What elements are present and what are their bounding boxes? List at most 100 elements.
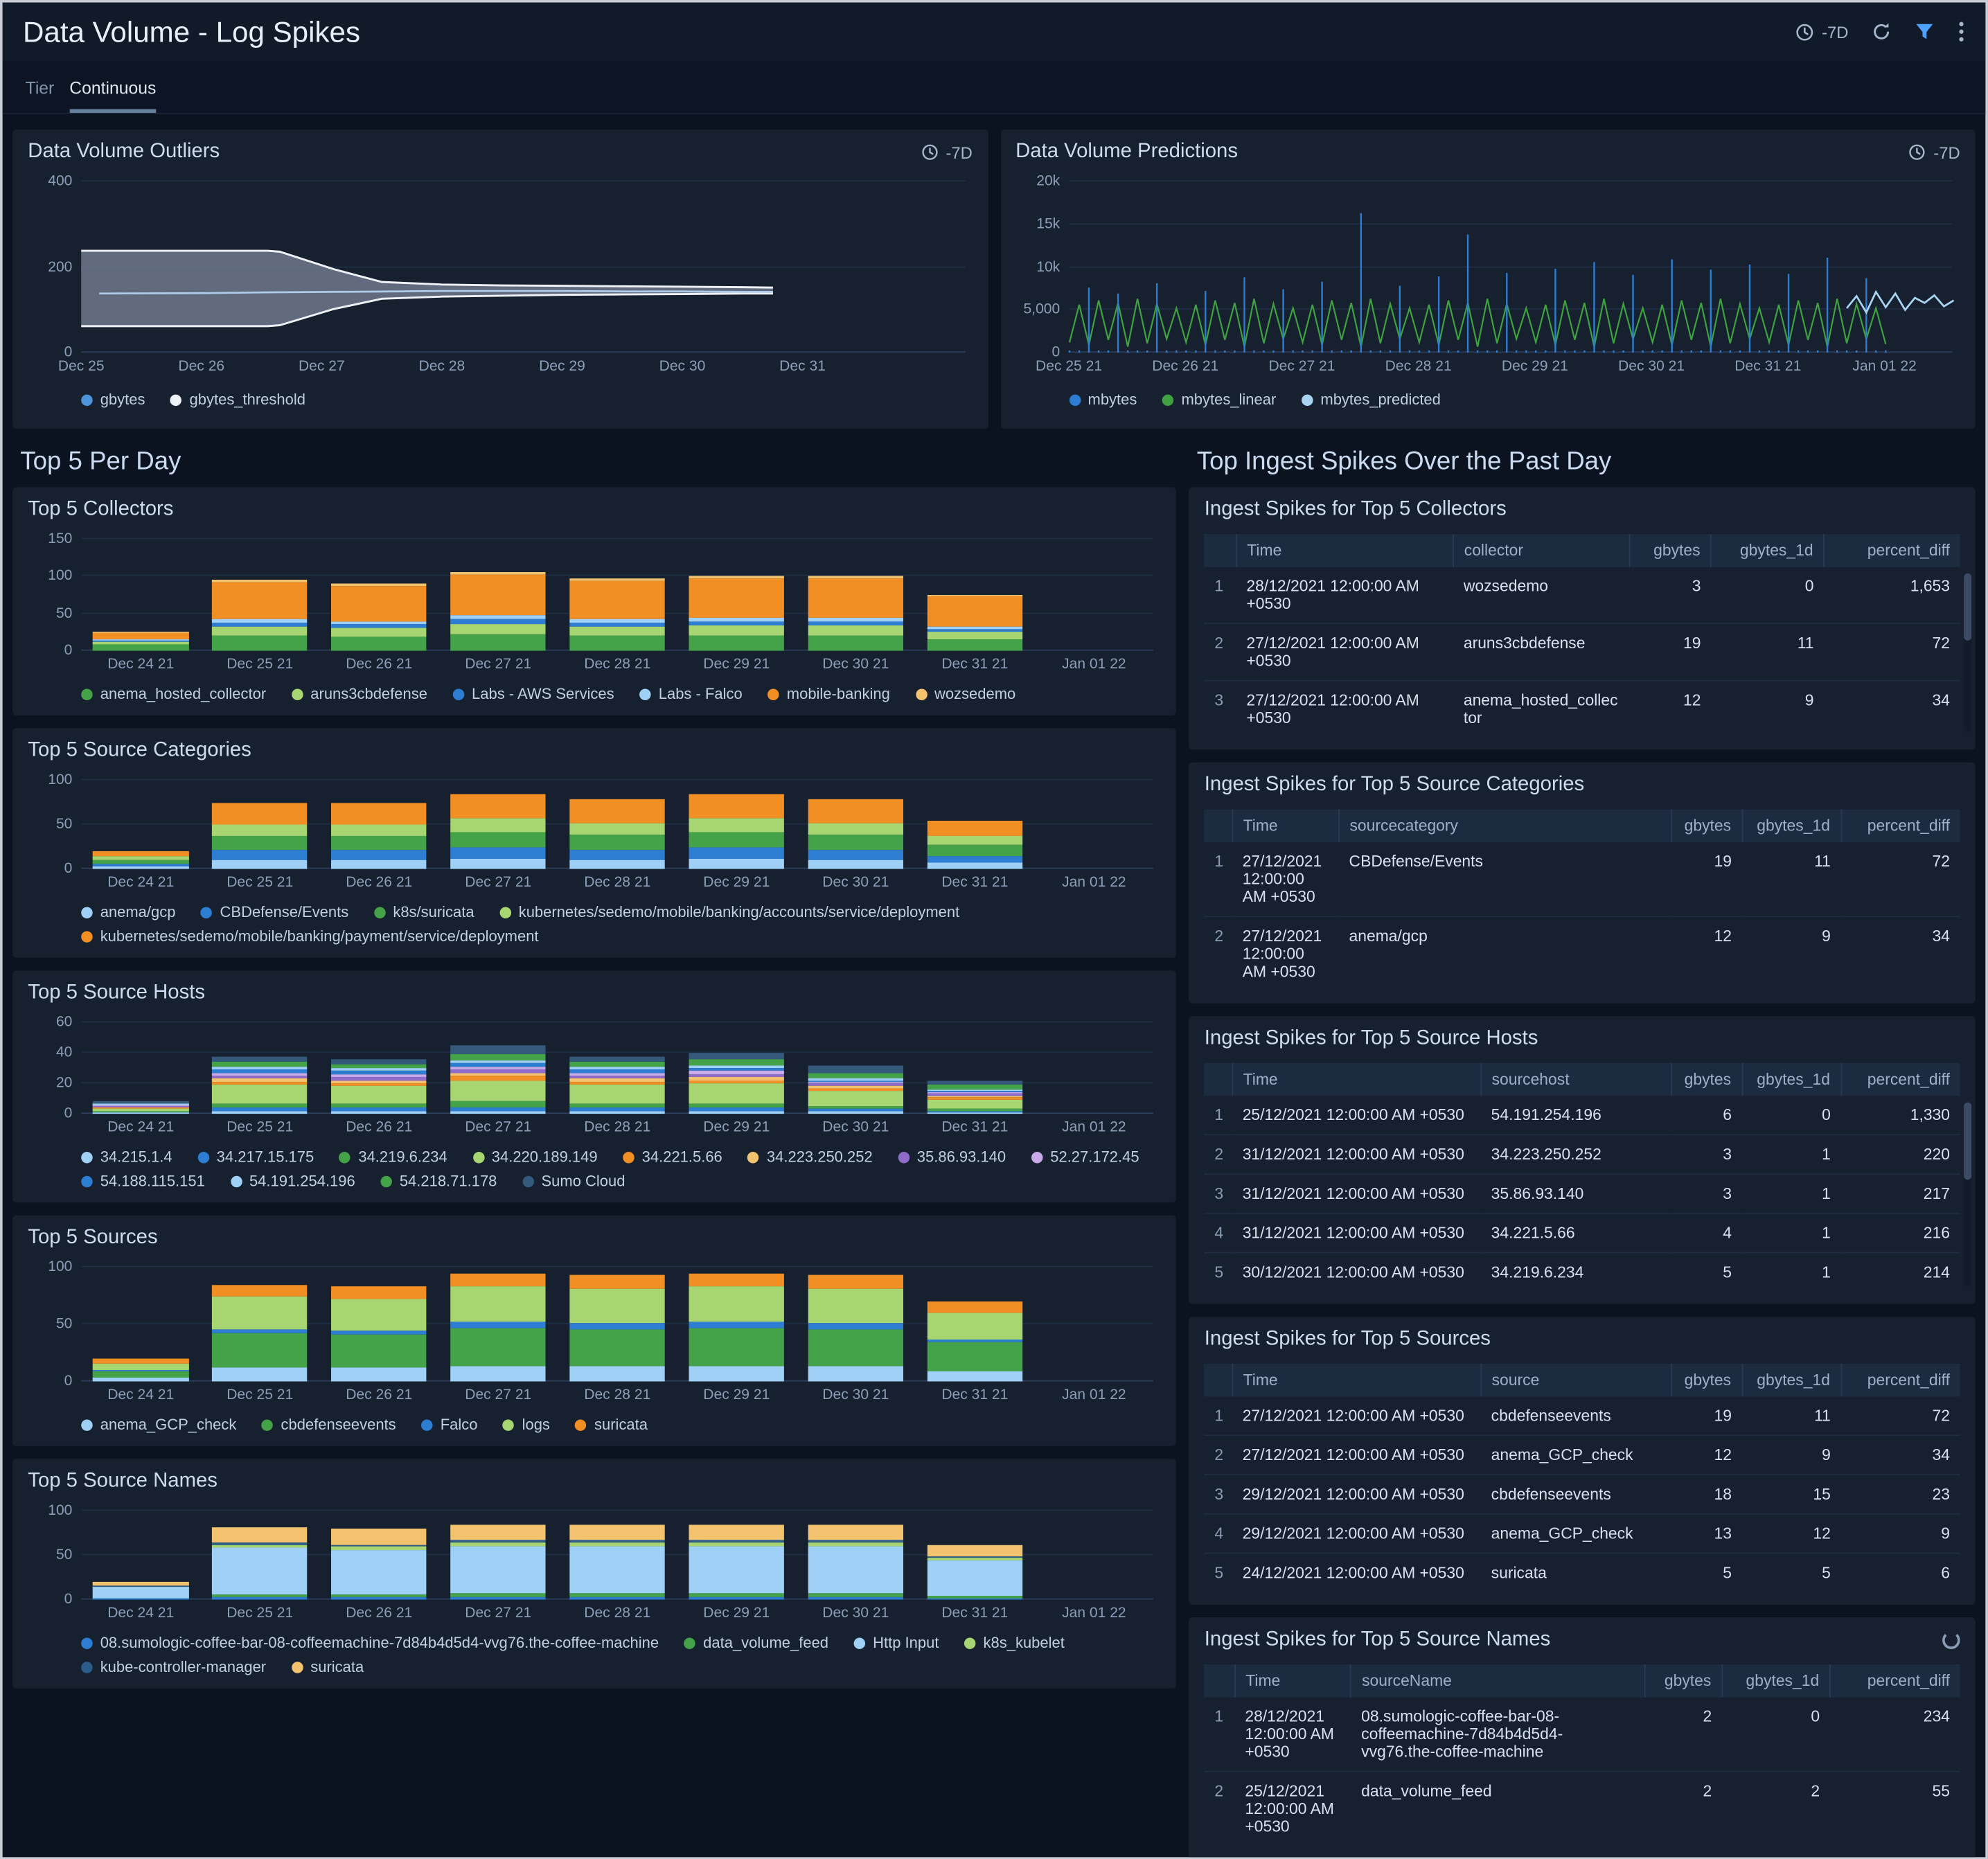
table-row[interactable]: 329/12/2021 12:00:00 AM +0530cbdefenseev… bbox=[1205, 1475, 1960, 1514]
scrollbar[interactable] bbox=[1964, 573, 1971, 732]
legend-item[interactable]: kubernetes/sedemo/mobile/banking/payment… bbox=[81, 927, 538, 945]
column-header[interactable]: Time bbox=[1236, 534, 1453, 567]
legend-item[interactable]: mbytes_predicted bbox=[1302, 391, 1441, 409]
bar[interactable] bbox=[569, 1524, 665, 1600]
column-header[interactable]: Time bbox=[1235, 1664, 1351, 1698]
bar[interactable] bbox=[569, 1275, 665, 1381]
legend-item[interactable]: wozsedemo bbox=[915, 685, 1015, 703]
bar[interactable] bbox=[808, 1065, 904, 1114]
legend-item[interactable]: gbytes_threshold bbox=[170, 391, 305, 409]
bar[interactable] bbox=[689, 794, 785, 869]
legend-item[interactable]: CBDefense/Events bbox=[201, 903, 348, 921]
table-row[interactable]: 227/12/2021 12:00:00 AM +0530anema_GCP_c… bbox=[1205, 1435, 1960, 1475]
column-header[interactable]: gbytes bbox=[1644, 1664, 1722, 1698]
legend-item[interactable]: cbdefenseevents bbox=[262, 1416, 396, 1434]
legend-item[interactable]: 54.188.115.151 bbox=[81, 1172, 205, 1190]
legend-item[interactable]: aruns3cbdefense bbox=[292, 685, 427, 703]
bar[interactable] bbox=[689, 1273, 785, 1382]
column-header[interactable]: source bbox=[1481, 1364, 1671, 1397]
table-row[interactable]: 331/12/2021 12:00:00 AM +053035.86.93.14… bbox=[1205, 1174, 1960, 1213]
bar[interactable] bbox=[808, 800, 904, 869]
bar[interactable] bbox=[928, 595, 1023, 651]
scrollbar-thumb[interactable] bbox=[1964, 1103, 1971, 1180]
legend-item[interactable]: k8s_kubelet bbox=[964, 1634, 1065, 1652]
bar[interactable] bbox=[928, 820, 1023, 869]
table-row[interactable]: 227/12/2021 12:00:00 AM +0530anema/gcp12… bbox=[1205, 916, 1960, 990]
column-header[interactable]: gbytes_1d bbox=[1711, 534, 1824, 567]
table-row[interactable]: 327/12/2021 12:00:00 AM +0530anema_hoste… bbox=[1205, 681, 1960, 738]
legend-item[interactable]: 34.215.1.4 bbox=[81, 1148, 172, 1166]
scrollbar[interactable] bbox=[1964, 1103, 1971, 1287]
column-header[interactable] bbox=[1205, 809, 1232, 842]
column-header[interactable] bbox=[1205, 1063, 1232, 1096]
bar[interactable] bbox=[450, 1045, 546, 1114]
table-row[interactable]: 127/12/2021 12:00:00 AM +0530cbdefenseev… bbox=[1205, 1396, 1960, 1435]
legend-item[interactable]: k8s/suricata bbox=[374, 903, 474, 921]
bar[interactable] bbox=[93, 851, 188, 869]
bar[interactable] bbox=[212, 1056, 308, 1114]
bar[interactable] bbox=[689, 1053, 785, 1114]
bar[interactable] bbox=[450, 1524, 546, 1600]
legend-item[interactable]: 34.219.6.234 bbox=[339, 1148, 447, 1166]
legend-item[interactable]: 35.86.93.140 bbox=[898, 1148, 1006, 1166]
column-header[interactable]: percent_diff bbox=[1841, 809, 1960, 842]
bar[interactable] bbox=[331, 1529, 427, 1600]
column-header[interactable]: sourcecategory bbox=[1339, 809, 1671, 842]
bar[interactable] bbox=[212, 1527, 308, 1599]
column-header[interactable] bbox=[1205, 534, 1236, 567]
legend-item[interactable]: anema_GCP_check bbox=[81, 1416, 236, 1434]
column-header[interactable]: sourceName bbox=[1351, 1664, 1645, 1698]
bar[interactable] bbox=[212, 802, 308, 869]
bar[interactable] bbox=[331, 584, 427, 651]
legend-item[interactable]: Sumo Cloud bbox=[522, 1172, 625, 1190]
legend-item[interactable]: logs bbox=[503, 1416, 550, 1434]
column-header[interactable]: gbytes_1d bbox=[1742, 809, 1841, 842]
column-header[interactable]: percent_diff bbox=[1830, 1664, 1960, 1698]
legend-item[interactable]: Labs - Falco bbox=[639, 685, 742, 703]
bar[interactable] bbox=[569, 800, 665, 869]
column-header[interactable]: sourcehost bbox=[1481, 1063, 1671, 1096]
column-header[interactable]: collector bbox=[1453, 534, 1630, 567]
kebab-menu-icon[interactable] bbox=[1958, 20, 1965, 43]
column-header[interactable]: Time bbox=[1232, 809, 1339, 842]
table-row[interactable]: 231/12/2021 12:00:00 AM +053034.223.250.… bbox=[1205, 1135, 1960, 1174]
legend-item[interactable]: 08.sumologic-coffee-bar-08-coffeemachine… bbox=[81, 1634, 659, 1652]
column-header[interactable]: gbytes bbox=[1671, 1364, 1742, 1397]
bar[interactable] bbox=[569, 1056, 665, 1114]
table-row[interactable]: 127/12/2021 12:00:00 AM +0530CBDefense/E… bbox=[1205, 842, 1960, 916]
table-row[interactable]: 524/12/2021 12:00:00 AM +0530suricata556 bbox=[1205, 1554, 1960, 1592]
table-row[interactable]: 530/12/2021 12:00:00 AM +053034.219.6.23… bbox=[1205, 1253, 1960, 1292]
bar[interactable] bbox=[331, 1287, 427, 1382]
column-header[interactable]: Time bbox=[1232, 1364, 1481, 1397]
column-header[interactable]: gbytes_1d bbox=[1742, 1063, 1841, 1096]
table-row[interactable]: 128/12/2021 12:00:00 AM +0530wozsedemo30… bbox=[1205, 567, 1960, 624]
panel-time-range[interactable]: -7D bbox=[921, 143, 973, 161]
panel-time-range[interactable]: -7D bbox=[1908, 143, 1960, 161]
legend-item[interactable]: Falco bbox=[421, 1416, 477, 1434]
bar[interactable] bbox=[928, 1301, 1023, 1381]
scrollbar-thumb[interactable] bbox=[1964, 573, 1971, 640]
bar[interactable] bbox=[331, 802, 427, 869]
bar[interactable] bbox=[689, 1524, 785, 1600]
legend-item[interactable]: 52.27.172.45 bbox=[1031, 1148, 1139, 1166]
legend-item[interactable]: 34.223.250.252 bbox=[747, 1148, 872, 1166]
column-header[interactable]: gbytes_1d bbox=[1742, 1364, 1841, 1397]
legend-item[interactable]: mbytes bbox=[1069, 391, 1137, 409]
bar[interactable] bbox=[93, 1582, 188, 1600]
table-row[interactable]: 227/12/2021 12:00:00 AM +0530aruns3cbdef… bbox=[1205, 623, 1960, 680]
column-header[interactable]: gbytes bbox=[1671, 1063, 1742, 1096]
bar[interactable] bbox=[808, 1275, 904, 1381]
bar[interactable] bbox=[928, 1545, 1023, 1599]
legend-item[interactable]: mbytes_linear bbox=[1162, 391, 1276, 409]
column-header[interactable]: Time bbox=[1232, 1063, 1481, 1096]
bar[interactable] bbox=[450, 573, 546, 651]
table-row[interactable]: 125/12/2021 12:00:00 AM +053054.191.254.… bbox=[1205, 1096, 1960, 1135]
bar[interactable] bbox=[331, 1059, 427, 1114]
bar[interactable] bbox=[450, 794, 546, 869]
legend-item[interactable]: mobile-banking bbox=[767, 685, 890, 703]
bar[interactable] bbox=[808, 576, 904, 650]
legend-item[interactable]: 54.191.254.196 bbox=[230, 1172, 355, 1190]
legend-item[interactable]: 34.217.15.175 bbox=[197, 1148, 314, 1166]
legend-item[interactable]: Labs - AWS Services bbox=[453, 685, 614, 703]
bar[interactable] bbox=[93, 1102, 188, 1114]
